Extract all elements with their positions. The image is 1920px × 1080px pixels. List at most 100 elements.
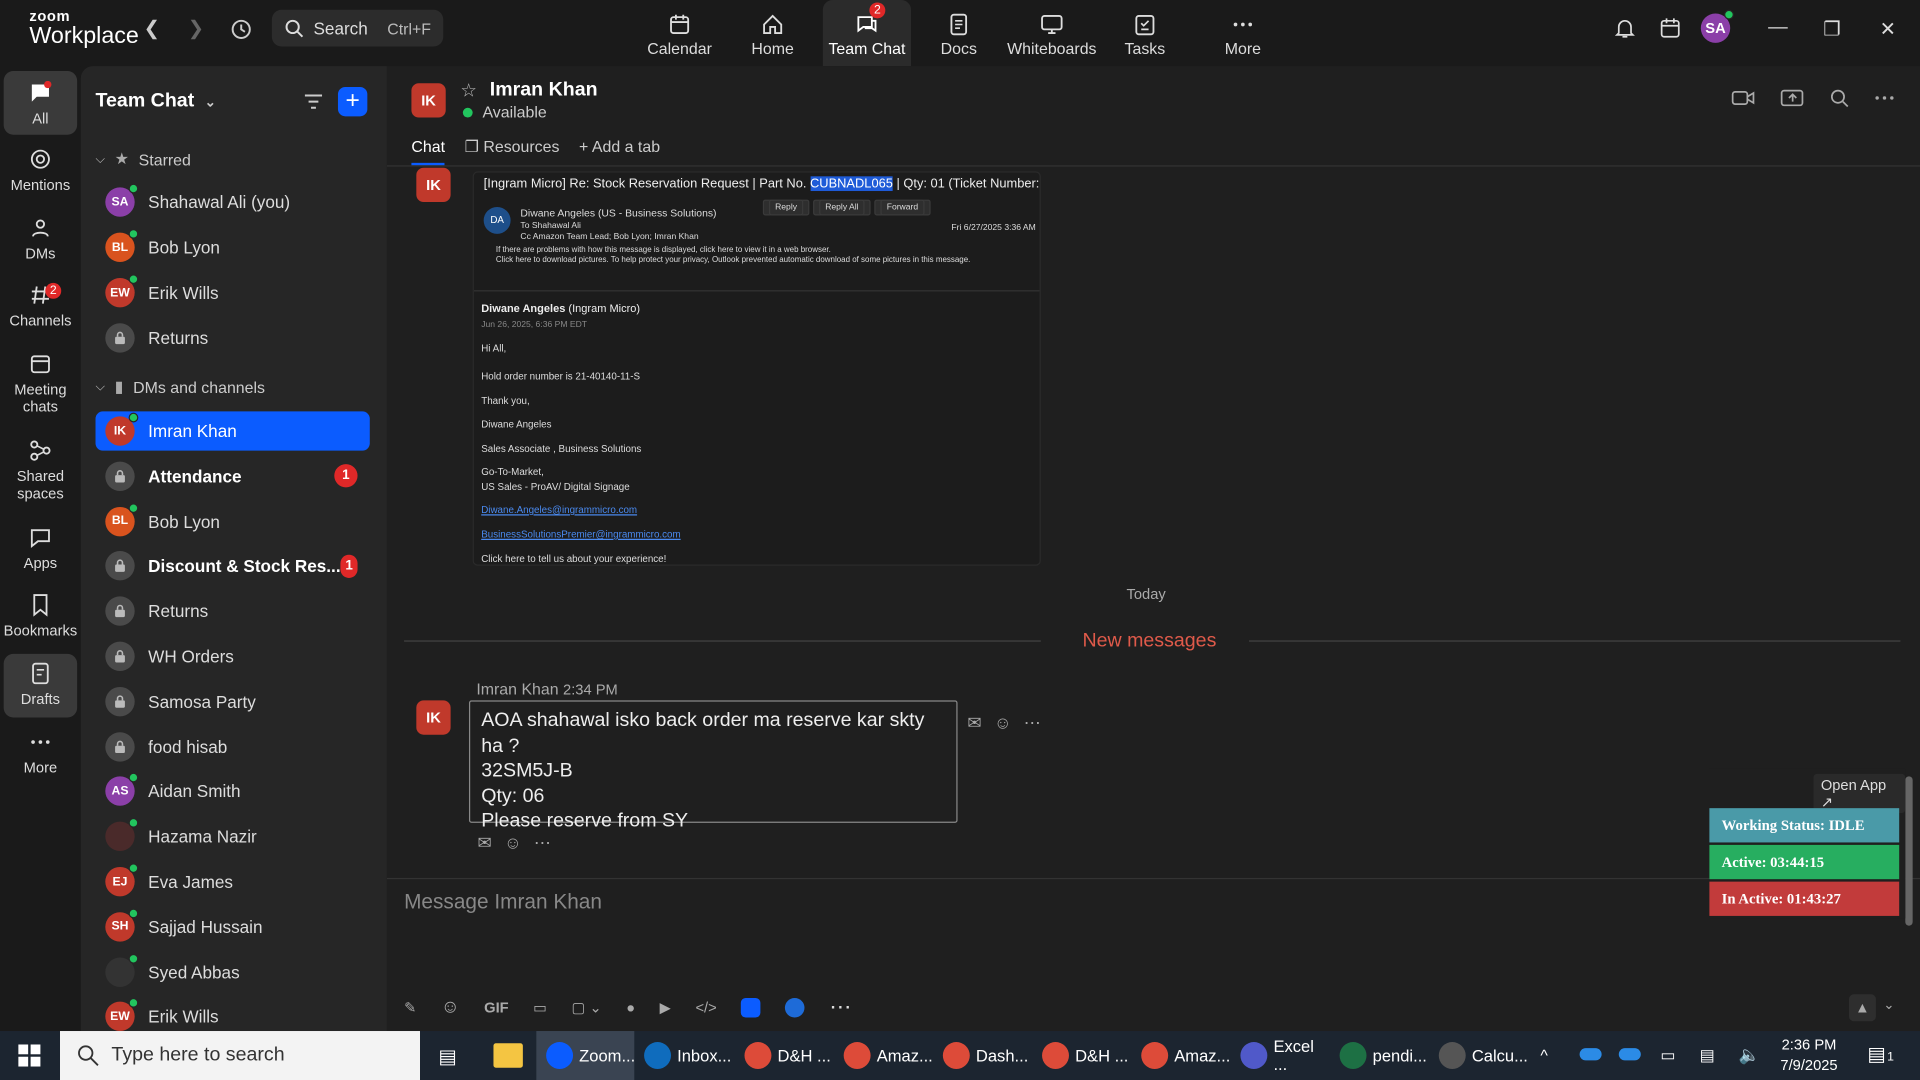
- back-arrow-icon[interactable]: ❮: [135, 15, 169, 44]
- sidebar-item[interactable]: WH Orders: [96, 637, 370, 676]
- dms-section-header[interactable]: ⌵ ▮ DMs and channels: [96, 377, 265, 397]
- minimize-icon[interactable]: —: [1768, 17, 1788, 39]
- add-reaction-icon[interactable]: ☺: [994, 713, 1012, 734]
- taskbar-app[interactable]: D&H ...: [1032, 1031, 1130, 1080]
- tab-whiteboards[interactable]: Whiteboards: [1004, 0, 1100, 66]
- message-sender[interactable]: Imran Khan: [476, 680, 558, 698]
- sidebar-item[interactable]: IK Imran Khan: [95, 411, 370, 451]
- taskbar-app[interactable]: Dash...: [933, 1031, 1031, 1080]
- rail-apps[interactable]: Apps: [4, 525, 77, 572]
- sidebar-item[interactable]: Returns: [96, 318, 370, 357]
- tab-calendar[interactable]: Calendar: [637, 0, 723, 66]
- sidebar-item[interactable]: BL Bob Lyon: [96, 502, 370, 541]
- notification-bell-icon[interactable]: [1614, 17, 1636, 45]
- share-screen-icon[interactable]: [1780, 88, 1804, 108]
- tab-resources[interactable]: ❐ Resources: [465, 137, 560, 165]
- microphone-icon[interactable]: ●: [626, 999, 635, 1016]
- taskbar-app[interactable]: Inbox...: [634, 1031, 732, 1080]
- search-bar[interactable]: Search Ctrl+F: [271, 9, 444, 47]
- message-bubble[interactable]: AOA shahawal isko back order ma reserve …: [468, 700, 958, 831]
- code-icon[interactable]: </>: [695, 999, 716, 1016]
- onedrive-icon[interactable]: [1579, 1048, 1602, 1061]
- restore-icon[interactable]: ❐: [1823, 17, 1841, 41]
- message-input[interactable]: Message Imran Khan: [404, 890, 602, 914]
- message-more-icon[interactable]: ⋯: [534, 833, 551, 854]
- taskbar-app[interactable]: Calcu...: [1429, 1031, 1528, 1080]
- star-outline-icon[interactable]: ☆: [460, 80, 476, 102]
- sidebar-item[interactable]: BL Bob Lyon: [96, 228, 370, 267]
- sender-avatar[interactable]: IK: [416, 167, 451, 203]
- volume-icon[interactable]: 🔈: [1739, 1044, 1760, 1065]
- sidebar-item[interactable]: Attendance 1: [96, 456, 370, 495]
- add-reaction-icon[interactable]: ☺: [504, 833, 522, 854]
- rail-more[interactable]: More: [4, 730, 77, 776]
- rail-meeting-chats[interactable]: Meeting chats: [4, 351, 77, 415]
- reply-thread-icon[interactable]: ✉: [478, 833, 492, 854]
- tab-more[interactable]: More: [1210, 0, 1276, 66]
- screenshot-icon[interactable]: ▢ ⌄: [572, 999, 602, 1016]
- sidebar-item[interactable]: Syed Abbas: [96, 952, 370, 991]
- tab-docs[interactable]: Docs: [918, 0, 999, 66]
- sidebar-item[interactable]: Discount & Stock Res... 1: [96, 547, 370, 586]
- message-avatar[interactable]: IK: [416, 700, 451, 735]
- new-chat-plus-icon[interactable]: +: [337, 86, 368, 117]
- sidebar-title[interactable]: Team Chat ⌄: [96, 91, 216, 113]
- sidebar-item[interactable]: SH Sajjad Hussain: [96, 907, 370, 946]
- windows-start-icon[interactable]: [17, 1043, 41, 1074]
- sidebar-item[interactable]: Returns: [96, 592, 370, 631]
- sidebar-item[interactable]: Hazama Nazir: [96, 817, 370, 856]
- sidebar-item[interactable]: AS Aidan Smith: [96, 772, 370, 811]
- forward-arrow-icon[interactable]: ❯: [179, 15, 213, 44]
- more-composer-icon[interactable]: ⋯: [829, 994, 851, 1020]
- file-icon[interactable]: ▭: [533, 999, 547, 1016]
- gif-icon[interactable]: GIF: [484, 999, 508, 1016]
- send-options-chevron-icon[interactable]: ⌄: [1883, 997, 1894, 1013]
- taskbar-clock[interactable]: 2:36 PM 7/9/2025: [1780, 1035, 1837, 1077]
- tab-chat[interactable]: Chat: [411, 137, 446, 166]
- tab-team-chat[interactable]: 2 Team Chat: [822, 0, 912, 67]
- task-view-icon[interactable]: ▤: [438, 1044, 457, 1068]
- taskbar-app[interactable]: D&H ...: [735, 1031, 833, 1080]
- schedule-icon[interactable]: [1659, 17, 1681, 45]
- email-screenshot-image[interactable]: [Ingram Micro] Re: Stock Reservation Req…: [472, 171, 1041, 566]
- format-icon[interactable]: ✎: [404, 999, 416, 1016]
- filter-icon[interactable]: [301, 87, 325, 120]
- message-more-icon[interactable]: ⋯: [1024, 713, 1041, 734]
- battery-icon[interactable]: ▭: [1660, 1046, 1675, 1066]
- taskbar-app[interactable]: Excel ...: [1231, 1031, 1329, 1080]
- profile-avatar[interactable]: SA: [1700, 9, 1734, 43]
- contact-avatar[interactable]: IK: [411, 83, 446, 118]
- rail-all[interactable]: All: [3, 71, 78, 135]
- tray-chevron-icon[interactable]: ^: [1540, 1046, 1547, 1064]
- app-icon-2[interactable]: [785, 997, 805, 1017]
- tab-tasks[interactable]: Tasks: [1109, 0, 1180, 66]
- history-icon[interactable]: [224, 15, 258, 44]
- chat-scrollbar[interactable]: [1905, 776, 1913, 926]
- contact-name[interactable]: Imran Khan: [490, 80, 598, 102]
- tab-add[interactable]: + Add a tab: [579, 137, 660, 165]
- taskbar-app[interactable]: pendi...: [1330, 1031, 1428, 1080]
- sidebar-item[interactable]: food hisab: [96, 727, 370, 766]
- onedrive-icon[interactable]: [1618, 1048, 1641, 1061]
- tab-home[interactable]: Home: [730, 0, 816, 66]
- send-icon[interactable]: ▲: [1848, 994, 1876, 1022]
- sidebar-item[interactable]: SA Shahawal Ali (you): [96, 182, 370, 221]
- app-icon-1[interactable]: [741, 997, 761, 1017]
- close-icon[interactable]: ✕: [1880, 17, 1896, 41]
- emoji-icon[interactable]: ☺: [441, 997, 460, 1018]
- rail-mentions[interactable]: Mentions: [4, 147, 77, 193]
- taskbar-app[interactable]: Amaz...: [1131, 1031, 1230, 1080]
- rail-channels[interactable]: 2 Channels: [4, 282, 77, 329]
- sidebar-item[interactable]: EJ Eva James: [96, 862, 370, 901]
- starred-section-header[interactable]: ⌵ ★ Starred: [96, 149, 191, 169]
- reply-thread-icon[interactable]: ✉: [967, 713, 981, 734]
- file-explorer-icon[interactable]: [493, 1043, 523, 1068]
- rail-dms[interactable]: DMs: [4, 216, 77, 262]
- taskbar-app[interactable]: Amaz...: [834, 1031, 933, 1080]
- sidebar-item[interactable]: Samosa Party: [96, 682, 370, 721]
- video-call-icon[interactable]: [1731, 88, 1755, 108]
- taskbar-search[interactable]: Type here to search: [60, 1031, 421, 1080]
- rail-bookmarks[interactable]: Bookmarks: [4, 593, 77, 639]
- rail-shared-spaces[interactable]: Shared spaces: [4, 438, 77, 502]
- network-icon[interactable]: ▤: [1700, 1046, 1715, 1066]
